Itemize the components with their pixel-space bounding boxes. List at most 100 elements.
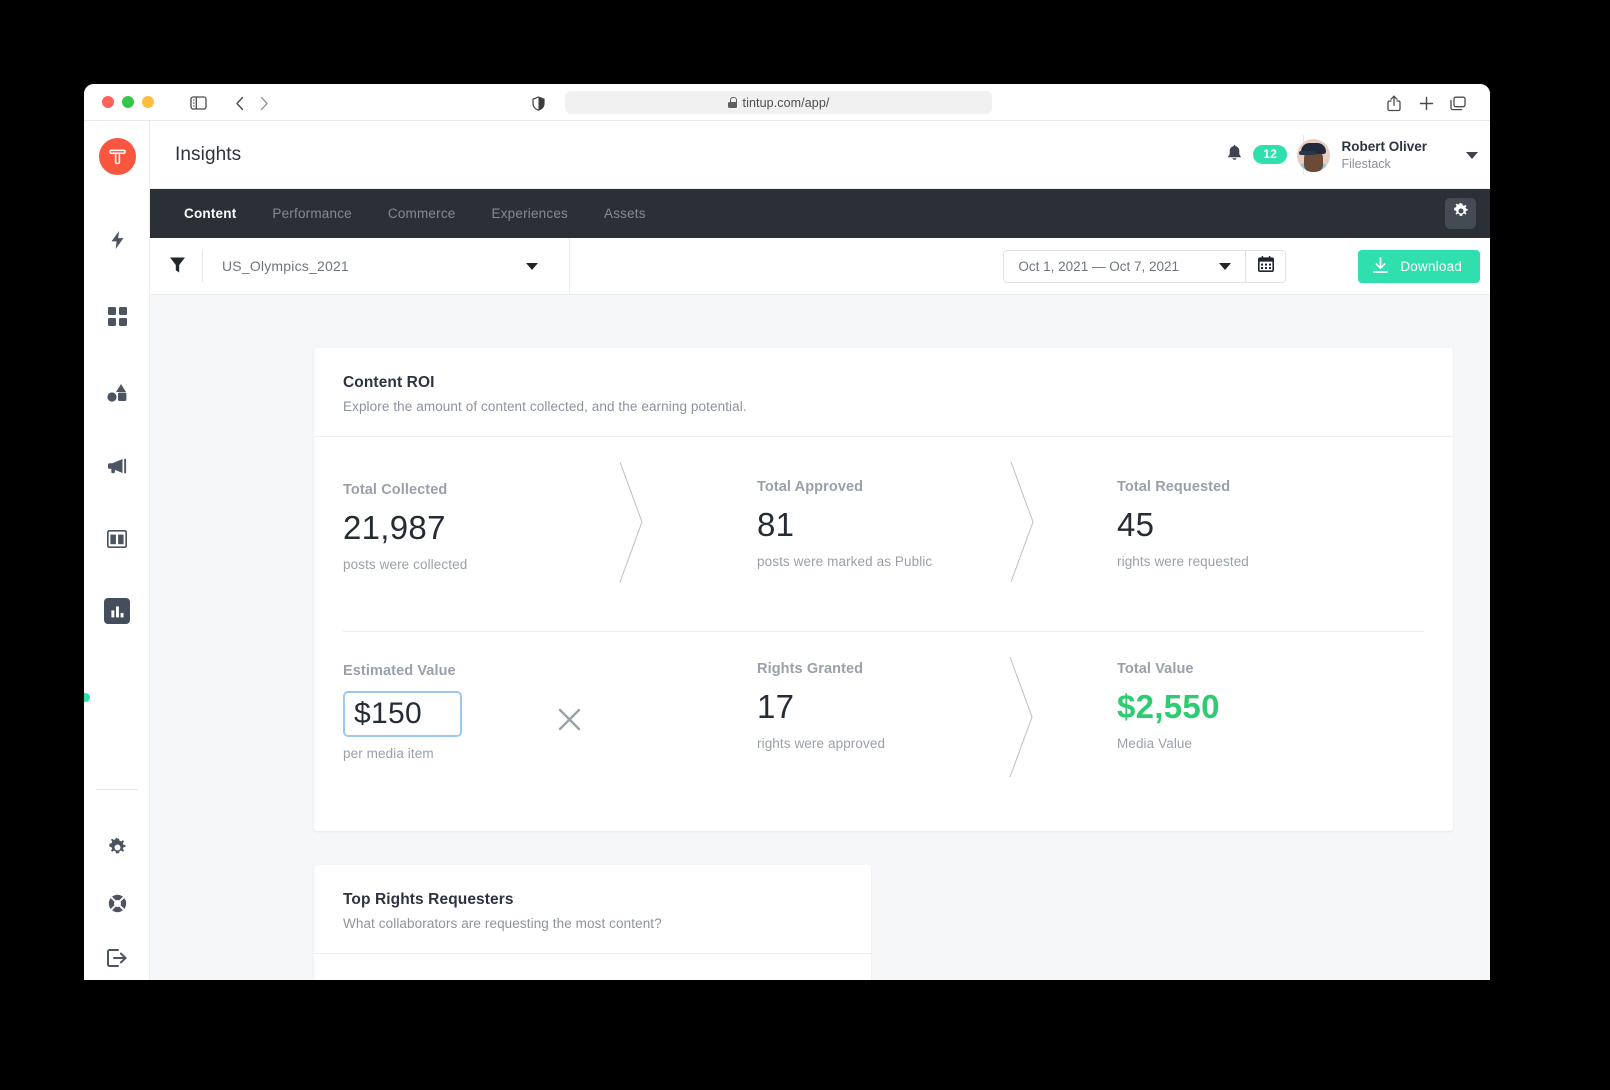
megaphone-icon [107,458,128,474]
sidebar-item-support[interactable] [84,883,150,923]
user-org: Filestack [1341,157,1391,172]
logout-icon [107,949,127,967]
metric-label: Total Value [1117,661,1194,677]
user-menu[interactable]: Robert Oliver Filestack [1297,138,1478,173]
tab-experiences[interactable]: Experiences [474,206,587,221]
metric-caption: per media item [343,746,434,761]
chevron-down-icon [526,263,538,270]
lock-icon [727,97,737,108]
funnel-icon[interactable] [169,256,186,279]
metric-total-requested: Total Requested 45 rights were requested [1117,479,1249,569]
metric-estimated-value: Estimated Value $150 per media item [343,663,462,761]
metric-value: 45 [1117,506,1155,543]
rail-divider [96,789,138,790]
tabs-overview-icon[interactable] [1448,93,1468,113]
left-rail-navigation [84,121,150,980]
share-icon[interactable] [1384,93,1404,113]
shield-icon[interactable] [528,93,548,113]
content-roi-card-header: Content ROI Explore the amount of conten… [314,348,1453,437]
user-name: Robert Oliver [1341,139,1427,154]
metric-total-value: Total Value $2,550 Media Value [1117,661,1220,751]
download-button[interactable]: Download [1358,250,1480,283]
sidebar-item-insights[interactable] [84,591,150,631]
sidebar-toggle-icon[interactable] [188,93,208,113]
calendar-button[interactable] [1245,251,1285,282]
metric-value: $2,550 [1117,688,1220,725]
nav-tabs: Content Performance Commerce Experiences… [150,189,1490,238]
download-button-label: Download [1400,259,1462,274]
gear-icon [1453,202,1469,224]
estimated-value-input-value: $150 [354,697,422,730]
sidebar-item-boards[interactable] [84,296,150,336]
gear-icon [108,837,127,857]
top-rights-requesters-card-header: Top Rights Requesters What collaborators… [314,865,871,954]
browser-chrome: tintup.com/app/ [84,84,1490,121]
minimize-window-button[interactable] [122,96,134,108]
browser-window: tintup.com/app/ Insights 12 Robert Olive… [84,84,1490,980]
metric-label: Rights Granted [757,661,864,677]
chevron-down-icon[interactable] [1466,152,1478,160]
content-roi-card: Content ROI Explore the amount of conten… [314,348,1453,831]
metric-label: Estimated Value [343,663,456,679]
chevron-separator-icon [1006,655,1036,779]
browser-back-icon[interactable] [230,93,250,113]
active-indicator-dot [84,693,90,702]
window-traffic-lights [102,96,154,108]
filter-divider [569,238,570,294]
card-title: Content ROI [343,374,435,391]
metric-label: Total Approved [757,479,864,495]
metric-row-secondary: Estimated Value $150 per media item Righ… [314,631,1453,819]
tintup-logo[interactable] [99,138,136,175]
metric-total-collected: Total Collected 21,987 posts were collec… [343,482,467,572]
tab-performance[interactable]: Performance [254,206,369,221]
filter-divider [202,251,203,282]
metric-total-approved: Total Approved 81 posts were marked as P… [757,479,932,569]
chevron-down-icon [1219,263,1231,270]
metric-caption: posts were marked as Public [757,554,933,570]
maximize-window-button[interactable] [142,96,154,108]
new-tab-icon[interactable] [1416,93,1436,113]
filter-bar: US_Olympics_2021 Oct 1, 2021 — Oct 7, 20… [150,238,1490,295]
campaign-select[interactable]: US_Olympics_2021 [222,238,567,294]
content-area: Content ROI Explore the amount of conten… [150,295,1490,980]
bell-icon[interactable] [1226,145,1243,164]
columns-icon [107,530,127,548]
grid-icon [107,306,127,326]
metric-row-divider [343,631,1424,632]
sidebar-item-layouts[interactable] [84,519,150,559]
nav-settings-button[interactable] [1445,198,1476,229]
lightning-bolt-icon [109,230,126,250]
url-bar[interactable]: tintup.com/app/ [565,91,992,114]
metric-value: 17 [757,688,795,725]
notification-badge: 12 [1253,145,1287,164]
avatar [1297,139,1331,173]
shapes-icon [107,383,127,402]
download-icon [1372,256,1389,277]
metric-caption: rights were requested [1117,554,1249,570]
close-window-button[interactable] [102,96,114,108]
calendar-icon [1257,256,1274,277]
card-subtitle: Explore the amount of content collected,… [343,399,747,414]
metric-value: 81 [757,506,795,543]
date-range-picker[interactable]: Oct 1, 2021 — Oct 7, 2021 [1003,250,1286,283]
browser-forward-icon[interactable] [254,93,274,113]
lifering-icon [108,894,127,913]
sidebar-item-campaigns[interactable] [84,446,150,486]
tab-commerce[interactable]: Commerce [370,206,474,221]
sidebar-item-settings[interactable] [84,827,150,867]
tab-assets[interactable]: Assets [586,206,664,221]
metric-rights-granted: Rights Granted 17 rights were approved [757,661,885,751]
notifications-group[interactable]: 12 [1226,145,1287,164]
metric-caption: rights were approved [757,736,886,752]
sidebar-item-shapes[interactable] [84,372,150,412]
sidebar-item-activity[interactable] [84,220,150,260]
chevron-separator-icon [616,460,646,584]
sidebar-item-logout[interactable] [84,938,150,978]
user-info: Robert Oliver Filestack [1341,138,1427,173]
tab-content[interactable]: Content [166,206,254,221]
estimated-value-input[interactable]: $150 [343,691,462,737]
page-title: Insights [175,144,242,165]
metric-label: Total Collected [343,482,448,498]
app-header: Insights 12 Robert Oliver Filestack [150,121,1490,189]
chevron-separator-icon [1007,460,1037,584]
